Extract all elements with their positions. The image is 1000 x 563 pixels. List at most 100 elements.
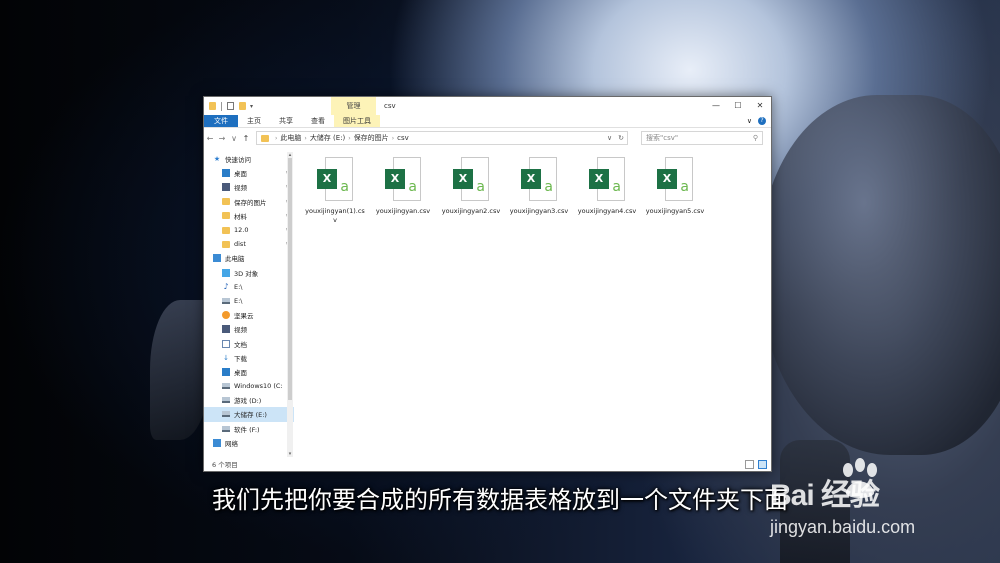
properties-icon[interactable] [227, 102, 234, 110]
help-icon[interactable]: ? [758, 117, 766, 125]
folder-icon [261, 134, 269, 142]
star-icon: ★ [213, 155, 221, 164]
csv-file-icon: aX [385, 157, 421, 201]
scroll-up-icon[interactable]: ▴ [287, 152, 293, 158]
sidebar-item-documents[interactable]: 文档 [204, 336, 294, 350]
address-dropdown-icon[interactable]: ∨ [607, 132, 612, 144]
csv-file-icon: aX [521, 157, 557, 201]
breadcrumb-this-pc[interactable]: 此电脑 [280, 133, 301, 143]
cloud-icon [222, 311, 230, 320]
drive-icon [222, 397, 230, 404]
csv-file-icon: aX [589, 157, 625, 201]
details-view-icon[interactable] [745, 460, 754, 469]
chevron-right-icon: › [391, 134, 395, 142]
sidebar-item-desktop[interactable]: 桌面✱ [204, 166, 294, 180]
pc-icon [213, 254, 221, 263]
csv-file-icon: aX [317, 157, 353, 201]
sidebar-item-12-0[interactable]: 12.0✱ [204, 223, 294, 237]
chevron-right-icon: › [304, 134, 307, 142]
up-arrow-icon[interactable]: ↑ [240, 134, 252, 143]
address-bar[interactable]: › 此电脑 › 大储存 (E:) › 保存的图片 › csv ∨ ↻ [256, 131, 628, 145]
large-icons-view-icon[interactable] [758, 460, 767, 469]
desktop-icon [222, 367, 230, 376]
file-item[interactable]: aX youxijingyan4.csv [576, 157, 638, 216]
baidu-watermark-url: jingyan.baidu.com [770, 517, 916, 537]
minimize-button[interactable]: — [705, 97, 727, 115]
item-count: 6 个项目 [212, 461, 238, 469]
sidebar-item-desktop-pc[interactable]: 桌面 [204, 365, 294, 379]
csv-file-icon: aX [657, 157, 693, 201]
sidebar-item-dist[interactable]: dist✱ [204, 237, 294, 251]
sidebar-item-network[interactable]: 网络 [204, 436, 294, 450]
sidebar-item-saved-pictures[interactable]: 保存的图片✱ [204, 195, 294, 209]
sidebar-item-quick-access[interactable]: ★ 快速访问 [204, 152, 294, 166]
sidebar-item-drive-c[interactable]: Windows10 (C: [204, 379, 294, 393]
chevron-right-icon: › [348, 134, 351, 142]
music-icon: ♪ [223, 281, 229, 291]
network-icon [213, 438, 221, 447]
file-explorer-window: ▾ 管理 csv — ☐ ✕ 文件 主页 共享 查看 图片工具 ∨ ? ← → … [203, 96, 772, 472]
sidebar-item-3d-objects[interactable]: 3D 对象 [204, 266, 294, 280]
breadcrumb-drive-e[interactable]: 大储存 (E:) [310, 133, 345, 143]
forward-arrow-icon[interactable]: → [216, 134, 228, 143]
chevron-right-icon: › [275, 134, 278, 142]
breadcrumb-csv[interactable]: csv [397, 134, 409, 142]
sidebar-item-drive-d[interactable]: 游戏 (D:) [204, 393, 294, 407]
navigation-row: ← → ∨ ↑ › 此电脑 › 大储存 (E:) › 保存的图片 › csv ∨… [204, 130, 771, 146]
search-icon: ⚲ [752, 134, 758, 142]
title-bar: ▾ 管理 csv — ☐ ✕ [204, 97, 771, 115]
tab-share[interactable]: 共享 [270, 115, 302, 127]
folder-icon [222, 240, 230, 248]
sidebar-item-downloads[interactable]: ↓ 下载 [204, 351, 294, 365]
drive-icon [222, 411, 230, 418]
view-switcher [745, 460, 767, 469]
ribbon-collapse-icon[interactable]: ∨ [747, 117, 752, 125]
tab-file[interactable]: 文件 [204, 115, 238, 127]
sidebar-item-this-pc[interactable]: 此电脑 [204, 251, 294, 265]
file-list: aX youxijingyan(1).csv aX youxijingyan.c… [296, 153, 766, 453]
sidebar-item-nutstore[interactable]: 坚果云 [204, 308, 294, 322]
new-folder-icon[interactable] [239, 102, 246, 110]
drive-icon [222, 297, 230, 304]
recent-locations-icon[interactable]: ∨ [228, 134, 240, 143]
tab-picture-tools[interactable]: 图片工具 [334, 115, 380, 127]
status-bar: 6 个项目 [204, 459, 771, 471]
document-icon [222, 339, 230, 348]
video-icon [222, 183, 230, 192]
maximize-button[interactable]: ☐ [727, 97, 749, 115]
back-arrow-icon[interactable]: ← [204, 134, 216, 143]
download-icon: ↓ [223, 353, 229, 362]
search-placeholder: 搜索"csv" [646, 134, 679, 142]
file-item[interactable]: aX youxijingyan.csv [372, 157, 434, 216]
tab-home[interactable]: 主页 [238, 115, 270, 127]
sidebar-item-drive-e[interactable]: E:\ [204, 294, 294, 308]
window-controls: — ☐ ✕ [705, 97, 771, 115]
folder-icon [222, 198, 230, 206]
file-item[interactable]: aX youxijingyan3.csv [508, 157, 570, 216]
folder-icon [222, 226, 230, 234]
search-input[interactable]: 搜索"csv" ⚲ [641, 131, 763, 145]
breadcrumb-saved-pictures[interactable]: 保存的图片 [354, 133, 389, 143]
scroll-down-icon[interactable]: ▾ [287, 451, 293, 457]
sidebar-item-materials[interactable]: 材料✱ [204, 209, 294, 223]
file-item[interactable]: aX youxijingyan(1).csv [304, 157, 366, 225]
wallpaper-bird-tail [150, 300, 210, 440]
sidebar-scrollbar[interactable]: ▴ ▾ [287, 152, 293, 457]
file-item[interactable]: aX youxijingyan5.csv [644, 157, 706, 216]
file-name: youxijingyan3.csv [509, 207, 569, 215]
sidebar-item-music-e[interactable]: ♪ E:\ [204, 280, 294, 294]
ribbon-tabs: 文件 主页 共享 查看 图片工具 ∨ ? [204, 115, 771, 128]
file-item[interactable]: aX youxijingyan2.csv [440, 157, 502, 216]
sidebar-item-videos-pc[interactable]: 视频 [204, 322, 294, 336]
refresh-icon[interactable]: ↻ [618, 132, 624, 144]
sidebar-scroll-thumb[interactable] [288, 158, 292, 400]
customize-toolbar-icon[interactable]: ▾ [250, 103, 253, 110]
tab-view[interactable]: 查看 [302, 115, 334, 127]
close-button[interactable]: ✕ [749, 97, 771, 115]
sidebar-item-drive-e-storage[interactable]: 大储存 (E:) [204, 407, 294, 422]
baidu-paw-icon [843, 458, 877, 498]
file-name: youxijingyan2.csv [441, 207, 501, 215]
sidebar-item-drive-f[interactable]: 软件 (F:) [204, 422, 294, 436]
sidebar-item-videos[interactable]: 视频✱ [204, 180, 294, 194]
file-name: youxijingyan.csv [375, 207, 431, 215]
